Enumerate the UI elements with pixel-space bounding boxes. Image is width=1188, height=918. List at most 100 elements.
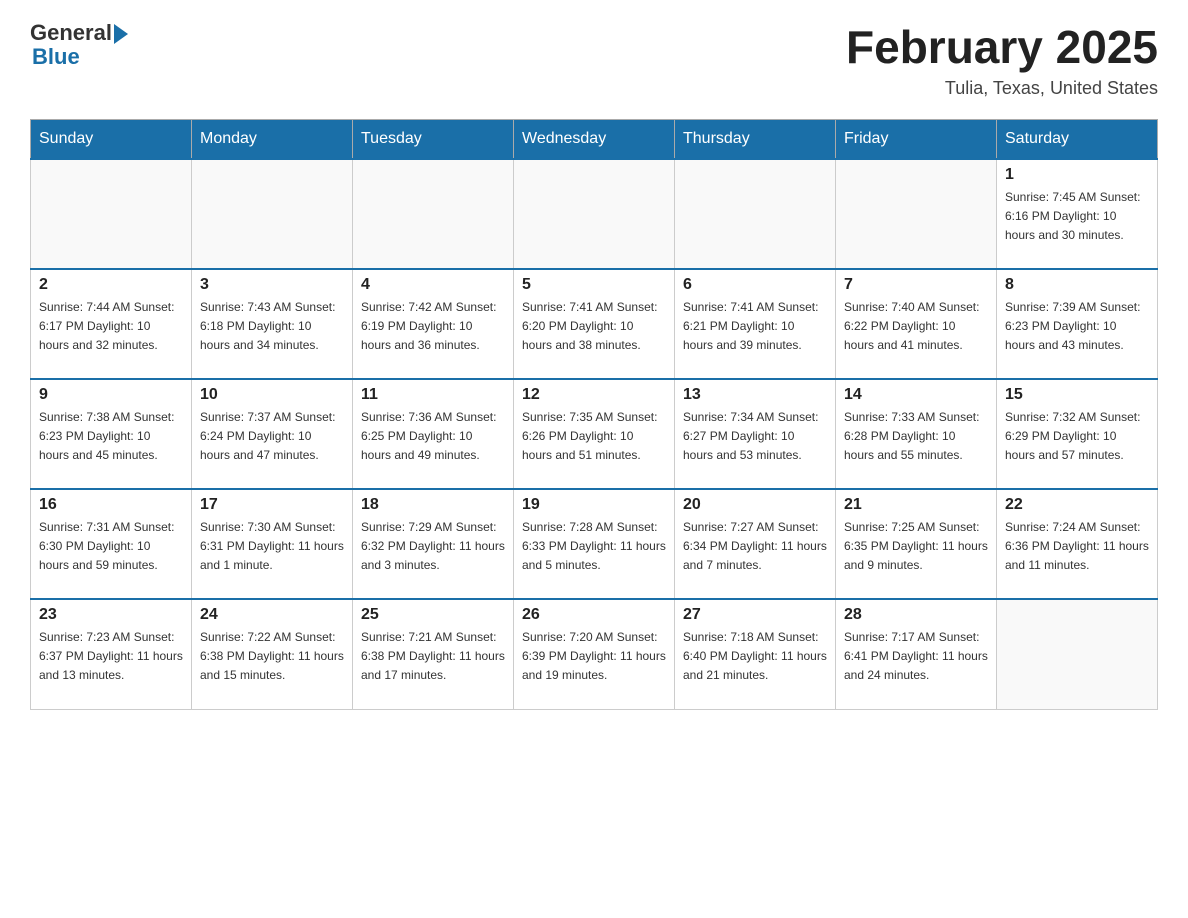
day-number: 3 <box>200 276 344 294</box>
calendar-cell: 4 Sunrise: 7:42 AM Sunset: 6:19 PM Daylig… <box>353 269 514 379</box>
day-info: Sunrise: 7:41 AM Sunset: 6:20 PM Dayligh… <box>522 298 666 356</box>
day-number: 23 <box>39 606 183 624</box>
day-info: Sunrise: 7:24 AM Sunset: 6:36 PM Dayligh… <box>1005 518 1149 576</box>
day-info: Sunrise: 7:36 AM Sunset: 6:25 PM Dayligh… <box>361 408 505 466</box>
calendar-cell <box>675 159 836 269</box>
day-number: 27 <box>683 606 827 624</box>
day-info: Sunrise: 7:41 AM Sunset: 6:21 PM Dayligh… <box>683 298 827 356</box>
column-header-wednesday: Wednesday <box>514 120 675 160</box>
day-info: Sunrise: 7:20 AM Sunset: 6:39 PM Dayligh… <box>522 628 666 686</box>
day-info: Sunrise: 7:32 AM Sunset: 6:29 PM Dayligh… <box>1005 408 1149 466</box>
day-number: 17 <box>200 496 344 514</box>
day-info: Sunrise: 7:33 AM Sunset: 6:28 PM Dayligh… <box>844 408 988 466</box>
day-number: 19 <box>522 496 666 514</box>
day-number: 20 <box>683 496 827 514</box>
calendar-cell: 9 Sunrise: 7:38 AM Sunset: 6:23 PM Daylig… <box>31 379 192 489</box>
day-number: 10 <box>200 386 344 404</box>
day-number: 26 <box>522 606 666 624</box>
day-info: Sunrise: 7:34 AM Sunset: 6:27 PM Dayligh… <box>683 408 827 466</box>
calendar-cell: 18 Sunrise: 7:29 AM Sunset: 6:32 PM Dayli… <box>353 489 514 599</box>
day-info: Sunrise: 7:38 AM Sunset: 6:23 PM Dayligh… <box>39 408 183 466</box>
calendar-cell: 24 Sunrise: 7:22 AM Sunset: 6:38 PM Dayli… <box>192 599 353 709</box>
day-info: Sunrise: 7:31 AM Sunset: 6:30 PM Dayligh… <box>39 518 183 576</box>
day-info: Sunrise: 7:18 AM Sunset: 6:40 PM Dayligh… <box>683 628 827 686</box>
column-header-tuesday: Tuesday <box>353 120 514 160</box>
calendar-cell <box>836 159 997 269</box>
day-number: 22 <box>1005 496 1149 514</box>
day-info: Sunrise: 7:29 AM Sunset: 6:32 PM Dayligh… <box>361 518 505 576</box>
day-number: 28 <box>844 606 988 624</box>
calendar-cell: 26 Sunrise: 7:20 AM Sunset: 6:39 PM Dayli… <box>514 599 675 709</box>
day-number: 18 <box>361 496 505 514</box>
calendar-cell: 13 Sunrise: 7:34 AM Sunset: 6:27 PM Dayli… <box>675 379 836 489</box>
day-info: Sunrise: 7:45 AM Sunset: 6:16 PM Dayligh… <box>1005 188 1149 246</box>
day-info: Sunrise: 7:22 AM Sunset: 6:38 PM Dayligh… <box>200 628 344 686</box>
day-info: Sunrise: 7:25 AM Sunset: 6:35 PM Dayligh… <box>844 518 988 576</box>
day-number: 7 <box>844 276 988 294</box>
calendar-table: SundayMondayTuesdayWednesdayThursdayFrid… <box>30 119 1158 710</box>
logo-general-text: General <box>30 20 112 46</box>
calendar-cell: 20 Sunrise: 7:27 AM Sunset: 6:34 PM Dayli… <box>675 489 836 599</box>
day-number: 11 <box>361 386 505 404</box>
day-info: Sunrise: 7:40 AM Sunset: 6:22 PM Dayligh… <box>844 298 988 356</box>
calendar-cell: 15 Sunrise: 7:32 AM Sunset: 6:29 PM Dayli… <box>997 379 1158 489</box>
day-number: 16 <box>39 496 183 514</box>
week-row-4: 16 Sunrise: 7:31 AM Sunset: 6:30 PM Dayli… <box>31 489 1158 599</box>
day-info: Sunrise: 7:27 AM Sunset: 6:34 PM Dayligh… <box>683 518 827 576</box>
day-info: Sunrise: 7:30 AM Sunset: 6:31 PM Dayligh… <box>200 518 344 576</box>
calendar-cell: 3Sunrise: 7:43 AM Sunset: 6:18 PM Daylig… <box>192 269 353 379</box>
page-header: General Blue February 2025 Tulia, Texas,… <box>30 20 1158 99</box>
calendar-cell: 7 Sunrise: 7:40 AM Sunset: 6:22 PM Daylig… <box>836 269 997 379</box>
day-number: 14 <box>844 386 988 404</box>
location-text: Tulia, Texas, United States <box>846 78 1158 99</box>
logo-blue-text: Blue <box>32 44 80 70</box>
column-header-thursday: Thursday <box>675 120 836 160</box>
calendar-header-row: SundayMondayTuesdayWednesdayThursdayFrid… <box>31 120 1158 160</box>
day-info: Sunrise: 7:21 AM Sunset: 6:38 PM Dayligh… <box>361 628 505 686</box>
calendar-cell <box>31 159 192 269</box>
day-number: 4 <box>361 276 505 294</box>
day-info: Sunrise: 7:44 AM Sunset: 6:17 PM Dayligh… <box>39 298 183 356</box>
day-number: 2 <box>39 276 183 294</box>
week-row-1: 1 Sunrise: 7:45 AM Sunset: 6:16 PM Daylig… <box>31 159 1158 269</box>
day-info: Sunrise: 7:23 AM Sunset: 6:37 PM Dayligh… <box>39 628 183 686</box>
week-row-5: 23 Sunrise: 7:23 AM Sunset: 6:37 PM Dayli… <box>31 599 1158 709</box>
day-number: 15 <box>1005 386 1149 404</box>
day-number: 24 <box>200 606 344 624</box>
calendar-cell: 10Sunrise: 7:37 AM Sunset: 6:24 PM Dayli… <box>192 379 353 489</box>
calendar-cell: 12 Sunrise: 7:35 AM Sunset: 6:26 PM Dayli… <box>514 379 675 489</box>
calendar-cell: 16 Sunrise: 7:31 AM Sunset: 6:30 PM Dayli… <box>31 489 192 599</box>
logo-arrow-icon <box>114 24 128 44</box>
day-info: Sunrise: 7:17 AM Sunset: 6:41 PM Dayligh… <box>844 628 988 686</box>
week-row-2: 2 Sunrise: 7:44 AM Sunset: 6:17 PM Daylig… <box>31 269 1158 379</box>
calendar-cell: 25 Sunrise: 7:21 AM Sunset: 6:38 PM Dayli… <box>353 599 514 709</box>
week-row-3: 9 Sunrise: 7:38 AM Sunset: 6:23 PM Daylig… <box>31 379 1158 489</box>
day-number: 8 <box>1005 276 1149 294</box>
day-number: 13 <box>683 386 827 404</box>
day-number: 25 <box>361 606 505 624</box>
calendar-cell <box>514 159 675 269</box>
day-number: 6 <box>683 276 827 294</box>
calendar-cell: 6 Sunrise: 7:41 AM Sunset: 6:21 PM Daylig… <box>675 269 836 379</box>
calendar-cell: 19 Sunrise: 7:28 AM Sunset: 6:33 PM Dayli… <box>514 489 675 599</box>
calendar-cell: 1 Sunrise: 7:45 AM Sunset: 6:16 PM Daylig… <box>997 159 1158 269</box>
day-number: 9 <box>39 386 183 404</box>
calendar-cell <box>353 159 514 269</box>
day-number: 12 <box>522 386 666 404</box>
column-header-sunday: Sunday <box>31 120 192 160</box>
calendar-cell: 28 Sunrise: 7:17 AM Sunset: 6:41 PM Dayli… <box>836 599 997 709</box>
day-number: 1 <box>1005 166 1149 184</box>
calendar-cell: 21Sunrise: 7:25 AM Sunset: 6:35 PM Dayli… <box>836 489 997 599</box>
day-info: Sunrise: 7:35 AM Sunset: 6:26 PM Dayligh… <box>522 408 666 466</box>
calendar-cell: 8 Sunrise: 7:39 AM Sunset: 6:23 PM Daylig… <box>997 269 1158 379</box>
calendar-cell: 5 Sunrise: 7:41 AM Sunset: 6:20 PM Daylig… <box>514 269 675 379</box>
day-info: Sunrise: 7:42 AM Sunset: 6:19 PM Dayligh… <box>361 298 505 356</box>
day-info: Sunrise: 7:28 AM Sunset: 6:33 PM Dayligh… <box>522 518 666 576</box>
calendar-cell: 14 Sunrise: 7:33 AM Sunset: 6:28 PM Dayli… <box>836 379 997 489</box>
calendar-cell: 2 Sunrise: 7:44 AM Sunset: 6:17 PM Daylig… <box>31 269 192 379</box>
calendar-cell: 22 Sunrise: 7:24 AM Sunset: 6:36 PM Dayli… <box>997 489 1158 599</box>
column-header-friday: Friday <box>836 120 997 160</box>
calendar-cell <box>997 599 1158 709</box>
day-info: Sunrise: 7:39 AM Sunset: 6:23 PM Dayligh… <box>1005 298 1149 356</box>
day-number: 5 <box>522 276 666 294</box>
